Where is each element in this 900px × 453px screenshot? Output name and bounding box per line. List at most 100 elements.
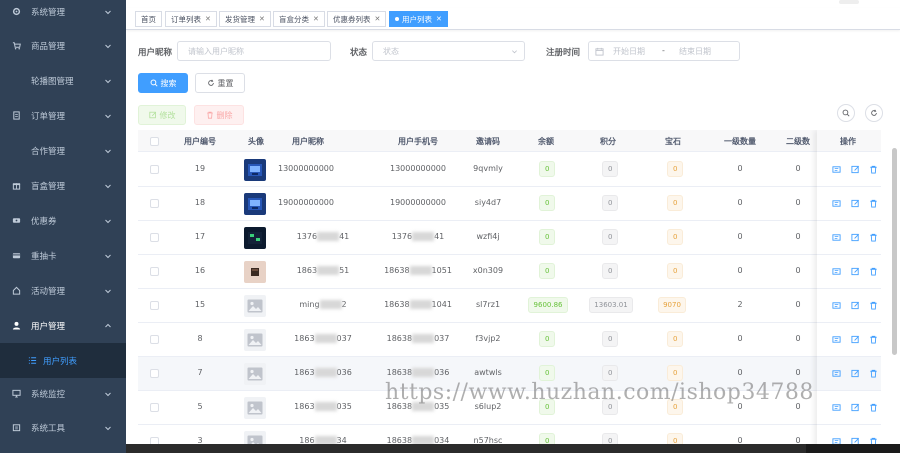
sidebar-item-partners[interactable]: 合作管理 (0, 133, 126, 168)
tag-home[interactable]: 首页 (135, 11, 162, 27)
reset-button[interactable]: 重置 (195, 73, 245, 93)
cell-nickname-prefix: 1863 (294, 368, 315, 377)
tag-label: 盲盒分类 (279, 14, 309, 24)
sidebar-item-user-list[interactable]: 用户列表 (0, 343, 126, 378)
sidebar-item-blindbox[interactable]: 盲盒管理 (0, 168, 126, 203)
edit-button[interactable]: 修改 (138, 105, 186, 125)
sidebar-item-tools[interactable]: 系统工具 (0, 410, 126, 445)
table-row[interactable]: 17 1376 41 1376 41 wzfi4j 0 0 0 0 0 (138, 221, 881, 255)
sidebar-item-orders[interactable]: 订单管理 (0, 98, 126, 133)
refresh-table-button[interactable] (865, 104, 883, 122)
chevron-down-icon (511, 48, 518, 55)
trash-icon (206, 111, 213, 119)
close-icon[interactable]: ✕ (259, 15, 265, 23)
toggle-search-button[interactable] (837, 104, 855, 122)
table-row[interactable]: 5 1863 035 18638 035 s6lup2 0 0 0 0 0 (138, 391, 881, 425)
row-checkbox[interactable] (150, 369, 159, 378)
cell-nickname-suffix: 2 (341, 300, 347, 309)
cell-level1-count: 2 (737, 300, 743, 309)
table-row[interactable]: 7 1863 036 18638 036 awtwls 0 0 0 0 0 (138, 357, 881, 391)
tag-coupon-list[interactable]: 优惠券列表 ✕ (327, 11, 387, 27)
row-checkbox[interactable] (150, 403, 159, 412)
vertical-scrollbar[interactable] (892, 148, 897, 355)
navbar (126, 0, 900, 8)
sidebar-item-redraw-card[interactable]: 重抽卡 (0, 238, 126, 273)
search-button-label: 搜索 (160, 78, 177, 88)
register-date-range[interactable]: 开始日期 - 结束日期 (588, 41, 740, 61)
sidebar-item-banners[interactable]: 轮播图管理 (0, 63, 126, 98)
sidebar-item-users[interactable]: 用户管理 (0, 308, 126, 343)
avatar (244, 295, 266, 317)
row-checkbox[interactable] (150, 165, 159, 174)
sidebar-item-monitor[interactable]: 系统监控 (0, 376, 126, 411)
status-label: 状态 (350, 48, 368, 58)
status-placeholder: 状态 (383, 46, 399, 56)
main-content: 首页 订单列表 ✕ 发货管理 ✕ 盲盒分类 ✕ 优惠券列表 ✕ 用户列表 ✕ 用户昵称 请… (126, 0, 900, 453)
table-row[interactable]: 8 1863 037 18638 037 f3vjp2 0 0 0 0 0 (138, 323, 881, 357)
cell-phone: 18638 1041 (378, 300, 458, 309)
cell-nickname: 13000000000 (278, 164, 334, 173)
sidebar-item-products[interactable]: 商品管理 (0, 28, 126, 63)
delete-button-label: 删除 (216, 110, 233, 120)
coupon-icon (11, 216, 21, 226)
edit-icon (148, 111, 156, 119)
close-icon[interactable]: ✕ (205, 15, 211, 23)
col-header: 用户编号 (184, 137, 216, 146)
table-row[interactable]: 18 19000000000 19000000000 siy4d7 0 0 0 0 0 (138, 187, 881, 221)
sidebar-item-coupons[interactable]: 优惠券 (0, 203, 126, 238)
tag-blindbox-category[interactable]: 盲盒分类 ✕ (273, 11, 325, 27)
points-badge: 0 (602, 399, 619, 415)
tool-icon (11, 423, 21, 433)
status-select[interactable]: 状态 (372, 41, 525, 61)
row-checkbox[interactable] (150, 267, 159, 276)
row-checkbox[interactable] (150, 233, 159, 242)
avatar-image (248, 198, 262, 210)
gems-badge: 0 (667, 161, 684, 177)
row-checkbox[interactable] (150, 199, 159, 208)
table-row[interactable]: 15 ming 2 18638 1041 sl7rz1 9600.86 13603.01 907… (138, 289, 881, 323)
cell-phone: 1376 41 (378, 232, 458, 241)
close-icon[interactable]: ✕ (436, 15, 442, 23)
cell-phone-suffix: 035 (434, 402, 450, 411)
redacted-mask (317, 232, 340, 241)
avatar (244, 159, 266, 181)
redacted-mask (317, 266, 340, 275)
tag-label: 发货管理 (225, 14, 255, 24)
select-all-checkbox[interactable] (150, 137, 159, 146)
table-row[interactable]: 19 13000000000 13000000000 9qvmly 0 0 0 0 0 (138, 153, 881, 187)
close-icon[interactable]: ✕ (375, 15, 381, 23)
tag-label: 用户列表 (402, 14, 432, 24)
points-badge: 0 (602, 195, 619, 211)
row-checkbox[interactable] (150, 301, 159, 310)
navbar-control[interactable] (839, 0, 859, 4)
start-date-input[interactable]: 开始日期 (613, 46, 645, 57)
tag-order-list[interactable]: 订单列表 ✕ (165, 11, 217, 27)
end-date-input[interactable]: 结束日期 (679, 46, 711, 57)
sidebar-item-activities[interactable]: 活动管理 (0, 273, 126, 308)
tag-user-list[interactable]: 用户列表 ✕ (389, 11, 448, 27)
cell-user-id: 15 (194, 300, 206, 309)
order-icon (11, 111, 21, 121)
nickname-label: 用户昵称 (138, 48, 173, 58)
avatar (244, 193, 266, 215)
tag-label: 优惠券列表 (333, 14, 371, 24)
range-separator: - (662, 46, 665, 55)
cell-nickname-suffix: 41 (339, 232, 350, 241)
cell-invite-code: awtwls (474, 368, 502, 377)
nickname-input[interactable]: 请输入用户昵称 (177, 41, 331, 61)
search-button[interactable]: 搜索 (138, 73, 188, 93)
scrollbar-thumb[interactable] (126, 444, 806, 453)
chevron-up-icon (104, 322, 112, 330)
table-row[interactable]: 16 1863 51 18638 1051 x0n309 0 0 0 0 0 (138, 255, 881, 289)
row-checkbox[interactable] (150, 335, 159, 344)
horizontal-scrollbar[interactable] (126, 444, 900, 453)
points-badge: 0 (602, 365, 619, 381)
chevron-down-icon (104, 252, 112, 260)
delete-button[interactable]: 删除 (194, 105, 244, 125)
cell-level1-count: 0 (737, 368, 743, 377)
cell-nickname-prefix: 1863 (294, 402, 315, 411)
active-dot (395, 17, 399, 21)
tag-shipping[interactable]: 发货管理 ✕ (219, 11, 271, 27)
close-icon[interactable]: ✕ (313, 15, 319, 23)
sidebar-item-system[interactable]: 系统管理 (0, 0, 126, 29)
